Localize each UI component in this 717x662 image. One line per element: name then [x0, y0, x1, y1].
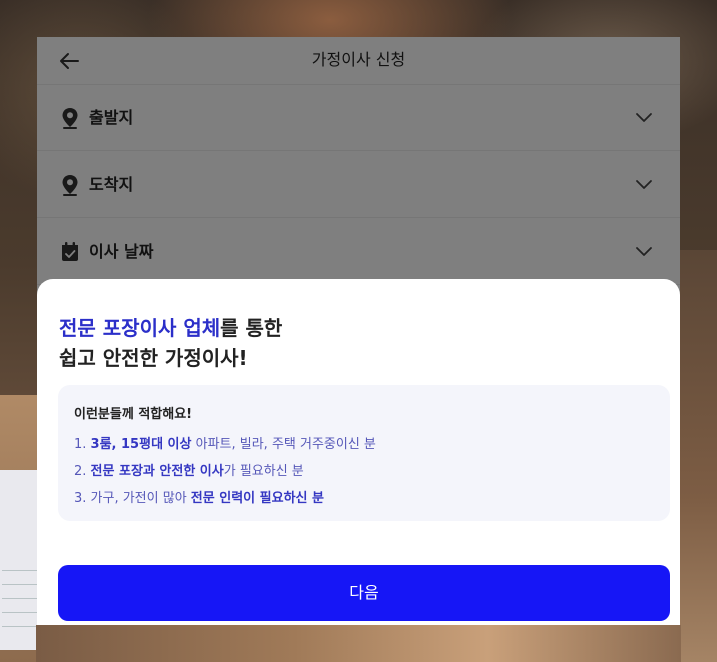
info-item-rest: 가 필요하신 분 — [223, 464, 304, 479]
moving-request-screen: 가정이사 신청 출발지 도착지 이사 날짜 — [37, 37, 680, 625]
suitability-info-box: 이런분들께 적합해요! 1. 3룸, 15평대 이상 아파트, 빌라, 주택 거… — [58, 385, 670, 521]
headline-rest: 를 통한 — [220, 316, 283, 340]
info-item: 2. 전문 포장과 안전한 이사가 필요하신 분 — [74, 460, 304, 479]
info-item-bold: 3룸, 15평대 이상 — [90, 437, 192, 452]
headline-line-2: 쉽고 안전한 가정이사! — [59, 346, 248, 370]
background-bottom — [36, 625, 681, 662]
background-paper-lines — [2, 570, 38, 640]
info-item-prefix: 2. — [74, 464, 91, 479]
info-item-bold: 전문 포장과 안전한 이사 — [90, 464, 224, 479]
sheet-headline: 전문 포장이사 업체를 통한 쉽고 안전한 가정이사! — [59, 313, 659, 373]
next-button[interactable]: 다음 — [58, 565, 670, 621]
info-item-rest: 아파트, 빌라, 주택 거주중이신 분 — [191, 437, 376, 452]
info-title: 이런분들께 적합해요! — [74, 407, 193, 422]
info-item-prefix: 3. 가구, 가전이 많아 — [74, 491, 191, 506]
info-item-prefix: 1. — [74, 437, 91, 452]
info-item: 1. 3룸, 15평대 이상 아파트, 빌라, 주택 거주중이신 분 — [74, 433, 376, 452]
headline-accent: 전문 포장이사 업체 — [59, 316, 221, 340]
bottom-sheet: 전문 포장이사 업체를 통한 쉽고 안전한 가정이사! 이런분들께 적합해요! … — [37, 279, 680, 625]
info-item: 3. 가구, 가전이 많아 전문 인력이 필요하신 분 — [74, 487, 324, 506]
background-right — [680, 250, 717, 662]
info-item-bold: 전문 인력이 필요하신 분 — [190, 491, 324, 506]
